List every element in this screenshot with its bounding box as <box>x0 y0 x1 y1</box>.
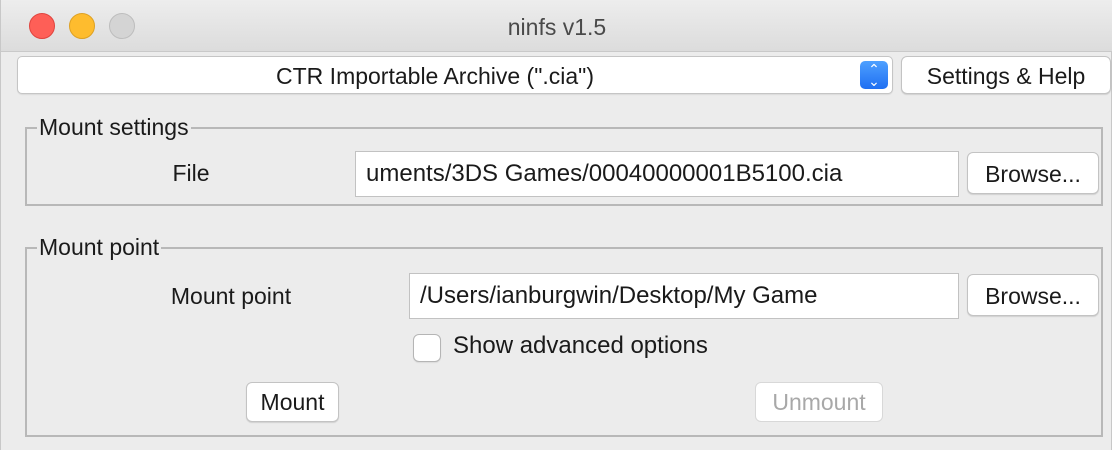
unmount-button[interactable]: Unmount <box>755 382 883 422</box>
mount-settings-group-label: Mount settings <box>37 114 191 141</box>
mount-button[interactable]: Mount <box>246 382 339 422</box>
settings-help-button[interactable]: Settings & Help <box>901 56 1111 94</box>
file-browse-button[interactable]: Browse... <box>967 152 1099 194</box>
mount-point-label: Mount point <box>170 283 292 309</box>
title-bar[interactable]: ninfs v1.5 <box>1 0 1112 52</box>
show-advanced-label: Show advanced options <box>453 332 708 359</box>
file-label: File <box>172 160 210 186</box>
show-advanced-checkbox[interactable] <box>413 334 441 362</box>
app-window: ninfs v1.5 CTR Importable Archive (".cia… <box>0 0 1112 450</box>
archive-type-select[interactable]: CTR Importable Archive (".cia") ⌃ ⌄ <box>17 56 893 94</box>
file-path-input[interactable]: uments/3DS Games/00040000001B5100.cia <box>355 151 959 197</box>
up-down-chevron-icon: ⌃ ⌄ <box>860 61 888 89</box>
mount-point-browse-button[interactable]: Browse... <box>967 274 1099 316</box>
mount-point-input[interactable]: /Users/ianburgwin/Desktop/My Game <box>409 273 959 319</box>
archive-type-value: CTR Importable Archive (".cia") <box>276 63 594 89</box>
mount-point-group-label: Mount point <box>37 234 162 261</box>
window-title: ninfs v1.5 <box>507 14 607 40</box>
